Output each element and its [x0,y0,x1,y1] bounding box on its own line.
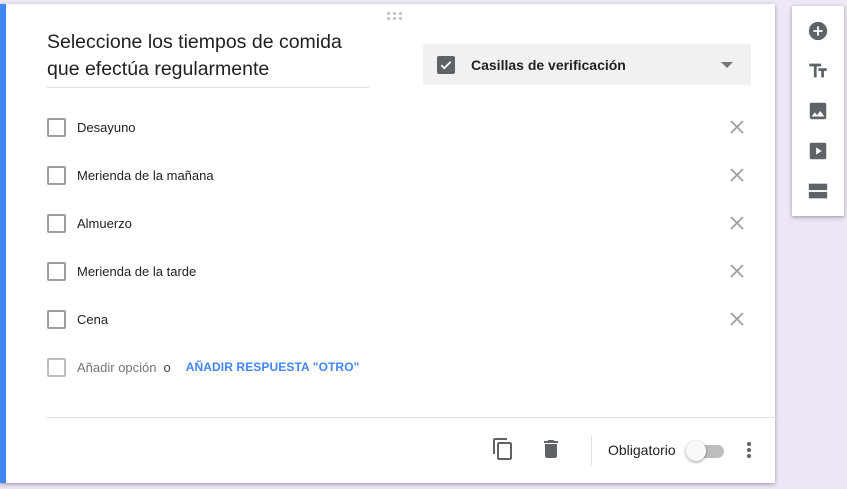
side-toolbar [792,6,844,216]
checkbox-icon [47,261,66,281]
question-type-label: Casillas de verificación [471,56,626,73]
question-title-input[interactable]: Seleccione los tiempos de comida que efe… [47,29,369,88]
option-label[interactable]: Merienda de la tarde [77,264,196,279]
add-video-icon [809,142,827,160]
required-toggle[interactable] [686,441,726,461]
option-row: Desayuno [47,103,747,151]
option-row: Merienda de la mañana [47,151,747,199]
add-image-button[interactable] [806,99,830,123]
close-icon [730,216,744,230]
dropdown-arrow-icon [721,62,733,68]
add-option-row: Añadir opción o AÑADIR RESPUESTA "OTRO" [47,343,747,391]
drag-handle-icon[interactable] [387,12,405,22]
add-title-button[interactable] [806,59,830,83]
close-icon [730,168,744,182]
copy-icon [493,438,512,460]
required-label: Obligatorio [608,442,676,458]
remove-option-button[interactable] [727,261,747,281]
checkbox-icon [47,309,66,329]
option-row: Almuerzo [47,199,747,247]
option-row: Merienda de la tarde [47,247,747,295]
close-icon [730,120,744,134]
close-icon [730,312,744,326]
option-row: Cena [47,295,747,343]
option-label[interactable]: Almuerzo [77,216,132,231]
add-section-button[interactable] [806,179,830,203]
more-vert-icon [747,442,751,446]
add-image-icon [809,102,827,120]
footer-separator [591,435,592,465]
add-question-button[interactable] [806,19,830,43]
option-label[interactable]: Merienda de la mañana [77,168,214,183]
footer-divider [47,417,781,418]
more-options-button[interactable] [745,440,753,460]
toggle-thumb [686,441,706,461]
remove-option-button[interactable] [727,309,747,329]
add-section-icon [808,183,828,199]
checkbox-icon [47,357,66,377]
remove-option-button[interactable] [727,213,747,233]
trash-icon [544,440,558,458]
add-title-icon [809,63,827,78]
options-list: Desayuno Merienda de la mañana Almuerzo … [47,103,747,391]
remove-option-button[interactable] [727,165,747,185]
option-label[interactable]: Cena [77,312,108,327]
option-label[interactable]: Desayuno [77,120,136,135]
add-video-button[interactable] [806,139,830,163]
add-option-input[interactable]: Añadir opción [77,360,157,375]
remove-option-button[interactable] [727,117,747,137]
add-question-icon [808,21,828,41]
duplicate-button[interactable] [491,437,515,461]
checkbox-icon [47,165,66,185]
question-card[interactable]: Seleccione los tiempos de comida que efe… [0,4,781,483]
delete-button[interactable] [539,437,563,461]
checkbox-checked-icon [437,55,455,74]
checkbox-icon [47,117,66,137]
or-text: o [163,359,171,375]
add-other-button[interactable]: AÑADIR RESPUESTA "OTRO" [186,360,360,374]
close-icon [730,264,744,278]
checkbox-icon [47,213,66,233]
question-type-dropdown[interactable]: Casillas de verificación [423,44,751,85]
